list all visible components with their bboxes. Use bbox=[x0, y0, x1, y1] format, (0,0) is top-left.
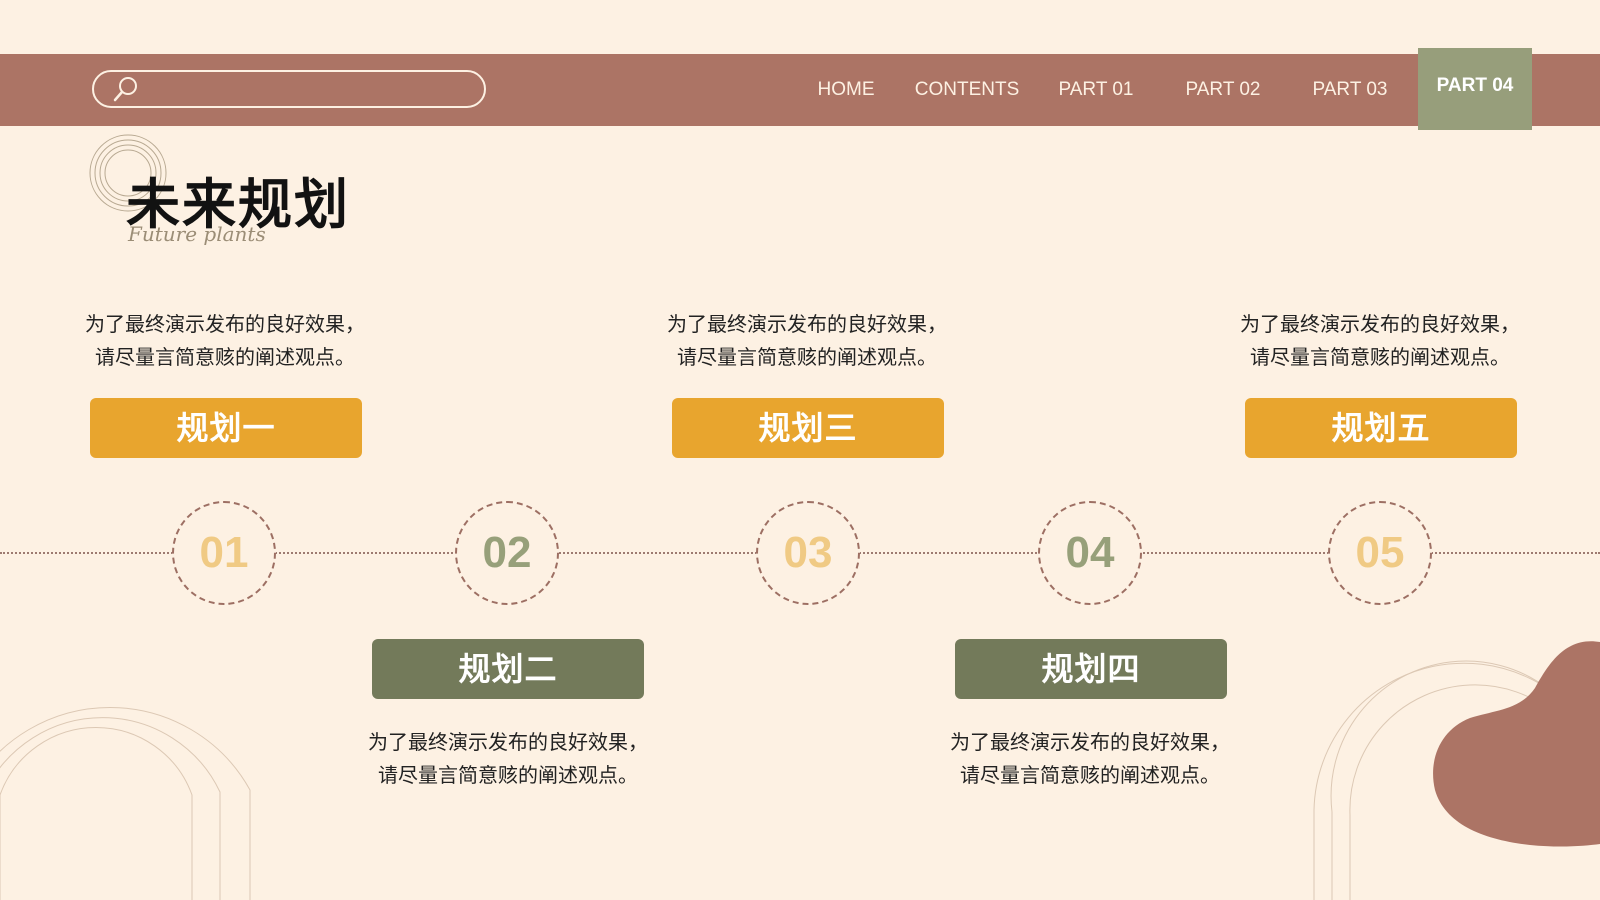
plan-3-label: 规划三 bbox=[672, 398, 944, 458]
plan-5-label: 规划五 bbox=[1245, 398, 1517, 458]
nav-part-02[interactable]: PART 02 bbox=[1177, 54, 1269, 126]
plan-5-description: 为了最终演示发布的良好效果， 请尽量言简意赅的阐述观点。 bbox=[1240, 312, 1520, 369]
step-number-04: 04 bbox=[1038, 501, 1142, 605]
plan-1-label: 规划一 bbox=[90, 398, 362, 458]
search-input[interactable] bbox=[92, 70, 486, 108]
search-icon[interactable] bbox=[110, 74, 140, 104]
plan-2-label: 规划二 bbox=[372, 639, 644, 699]
nav-home[interactable]: HOME bbox=[800, 54, 892, 126]
nav-contents[interactable]: CONTENTS bbox=[910, 54, 1024, 126]
step-number-05: 05 bbox=[1328, 501, 1432, 605]
nav-part-03[interactable]: PART 03 bbox=[1304, 54, 1396, 126]
step-number-03: 03 bbox=[756, 501, 860, 605]
plan-2-description: 为了最终演示发布的良好效果， 请尽量言简意赅的阐述观点。 bbox=[368, 730, 648, 787]
step-number-01: 01 bbox=[172, 501, 276, 605]
page-subtitle: Future plants bbox=[128, 222, 266, 246]
arch-decoration-right-icon bbox=[1313, 641, 1600, 900]
nav-part-04[interactable]: PART 04 bbox=[1418, 48, 1532, 130]
step-number-02: 02 bbox=[455, 501, 559, 605]
plan-4-description: 为了最终演示发布的良好效果， 请尽量言简意赅的阐述观点。 bbox=[950, 730, 1230, 787]
arch-decoration-left-icon bbox=[0, 707, 251, 900]
plan-4-label: 规划四 bbox=[955, 639, 1227, 699]
plan-3-description: 为了最终演示发布的良好效果， 请尽量言简意赅的阐述观点。 bbox=[667, 312, 947, 369]
nav-part-01[interactable]: PART 01 bbox=[1050, 54, 1142, 126]
plan-1-description: 为了最终演示发布的良好效果， 请尽量言简意赅的阐述观点。 bbox=[85, 312, 365, 369]
